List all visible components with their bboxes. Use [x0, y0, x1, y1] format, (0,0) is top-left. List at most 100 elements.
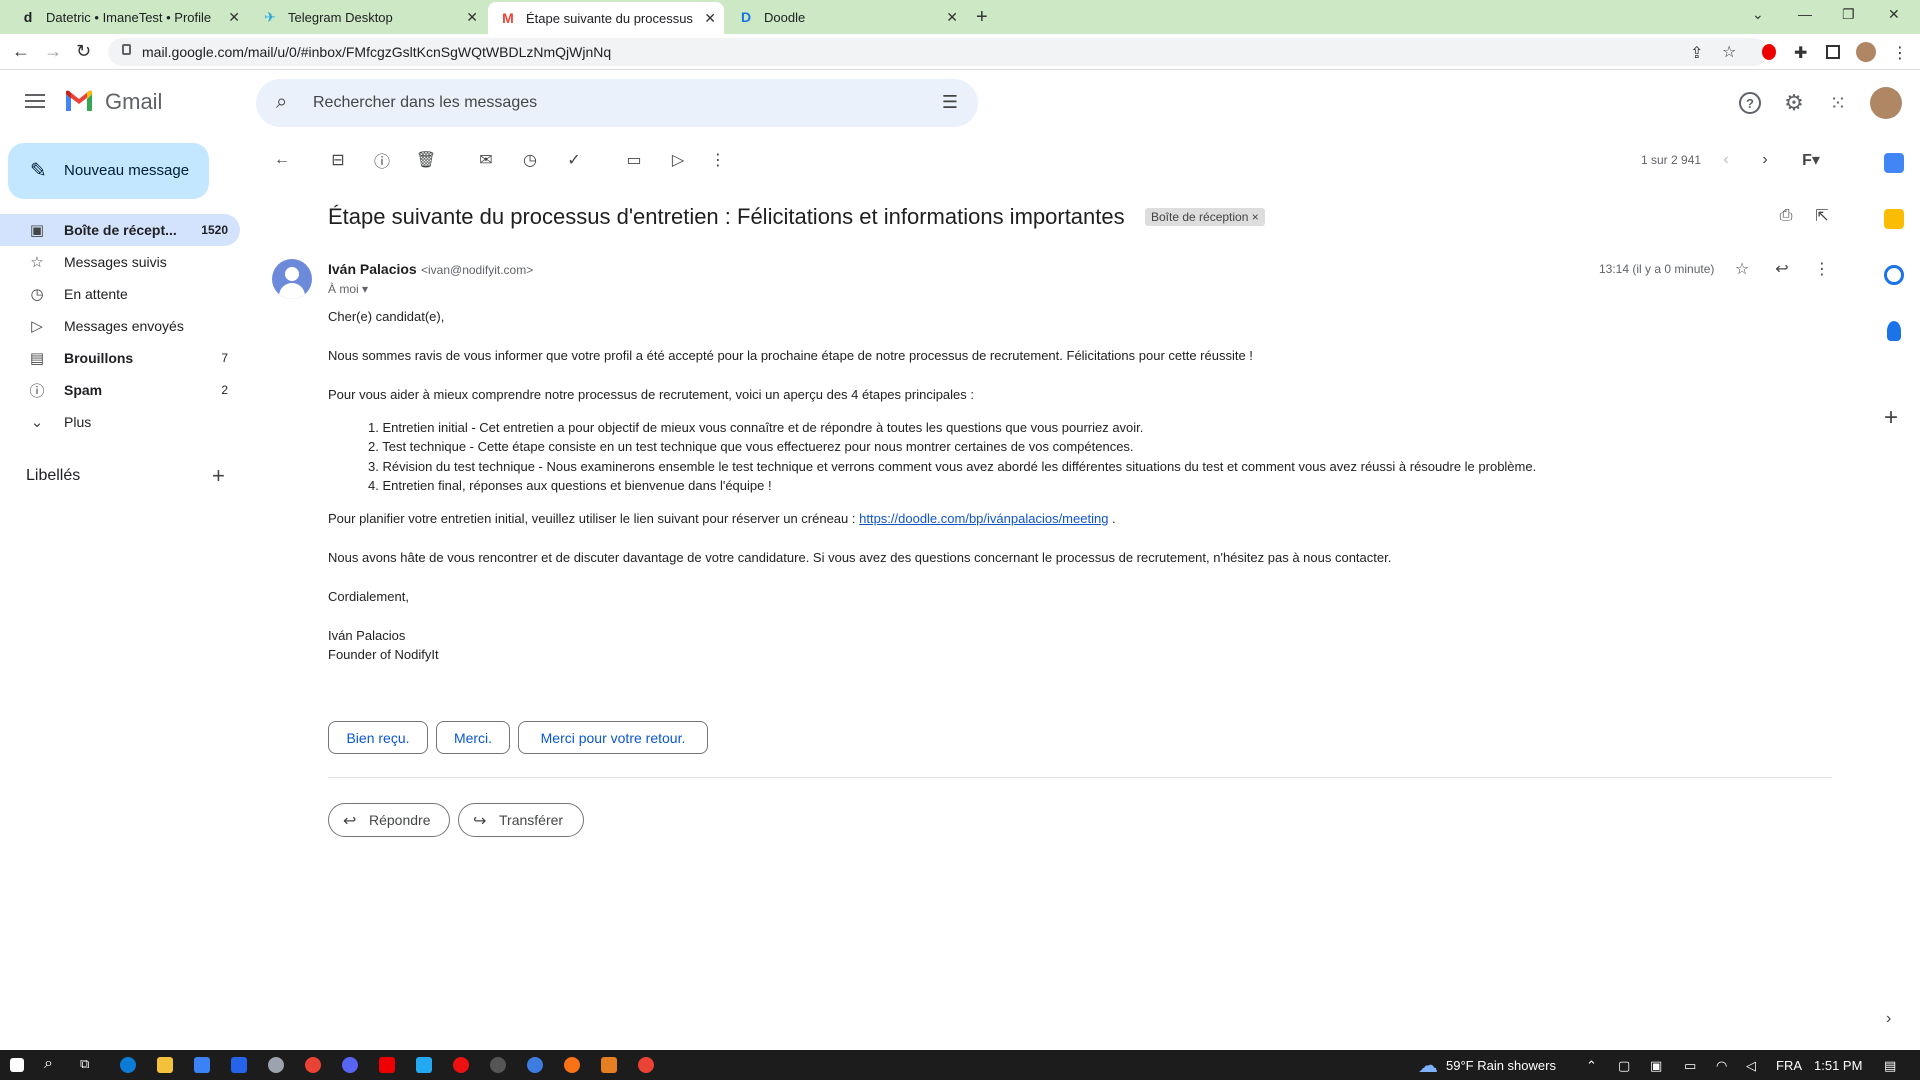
- sidebar-item-drafts[interactable]: ▤ Brouillons 7: [0, 342, 240, 374]
- more-options-icon[interactable]: ⋮: [708, 150, 728, 170]
- extensions-puzzle-icon[interactable]: ✚: [1794, 43, 1807, 63]
- file-explorer-icon[interactable]: [157, 1057, 173, 1073]
- search-icon[interactable]: ⌕: [276, 91, 287, 114]
- older-icon[interactable]: ›: [1755, 150, 1775, 170]
- smart-reply-button[interactable]: Merci pour votre retour.: [518, 721, 708, 754]
- chrome-active-icon[interactable]: [638, 1057, 654, 1073]
- share-icon[interactable]: ⇪: [1690, 43, 1703, 63]
- app-icon[interactable]: [527, 1057, 543, 1073]
- vscode-icon[interactable]: [416, 1057, 432, 1073]
- minimize-icon[interactable]: —: [1798, 6, 1812, 22]
- new-tab-button[interactable]: +: [976, 6, 988, 29]
- search-input[interactable]: Rechercher dans les messages: [313, 94, 537, 112]
- youtube-icon[interactable]: [379, 1057, 395, 1073]
- profile-avatar-icon[interactable]: [1856, 42, 1876, 62]
- snooze-icon[interactable]: ◷: [520, 150, 540, 170]
- compose-button[interactable]: ✎ Nouveau message: [8, 143, 209, 199]
- close-tab-icon[interactable]: ✕: [228, 9, 240, 26]
- sender-name[interactable]: Iván Palacios: [328, 261, 417, 277]
- help-icon[interactable]: ?: [1739, 92, 1761, 114]
- system-clock[interactable]: 1:51 PM: [1814, 1058, 1862, 1073]
- back-icon[interactable]: ←: [12, 41, 30, 62]
- tray-app-icon[interactable]: ▣: [1650, 1058, 1662, 1074]
- tray-app-icon[interactable]: ▢: [1618, 1058, 1630, 1074]
- close-window-icon[interactable]: ✕: [1888, 6, 1900, 23]
- sidebar-item-snoozed[interactable]: ◷ En attente: [0, 278, 240, 310]
- open-new-window-icon[interactable]: ⇱: [1812, 206, 1832, 226]
- get-addons-icon[interactable]: +: [1884, 404, 1898, 432]
- message-more-icon[interactable]: ⋮: [1812, 259, 1832, 279]
- remove-label-icon[interactable]: ×: [1252, 210, 1259, 224]
- add-label-icon[interactable]: +: [212, 463, 225, 489]
- windows-start-icon[interactable]: [10, 1058, 24, 1072]
- show-side-panel-icon[interactable]: ›: [1886, 1010, 1891, 1028]
- print-icon[interactable]: ⎙: [1776, 206, 1796, 226]
- edge-icon[interactable]: [120, 1057, 136, 1073]
- label-icon[interactable]: ▷: [668, 150, 688, 170]
- newer-icon[interactable]: ‹: [1716, 150, 1736, 170]
- archive-icon[interactable]: ⊟: [328, 150, 348, 170]
- star-icon[interactable]: ☆: [1732, 259, 1752, 279]
- main-menu-icon[interactable]: [25, 94, 45, 108]
- move-to-icon[interactable]: ▭: [624, 150, 644, 170]
- calendar-icon[interactable]: [1884, 153, 1904, 173]
- tray-chevron-icon[interactable]: ⌃: [1586, 1058, 1597, 1074]
- battery-icon[interactable]: ▭: [1684, 1058, 1696, 1074]
- settings-gear-icon[interactable]: ⚙: [1783, 90, 1805, 115]
- delete-icon[interactable]: 🗑: [416, 150, 436, 170]
- weather-text[interactable]: 59°F Rain showers: [1446, 1058, 1556, 1073]
- restore-icon[interactable]: ❐: [1842, 6, 1855, 23]
- wifi-icon[interactable]: ◠: [1716, 1058, 1727, 1074]
- volume-muted-icon[interactable]: ◁: [1746, 1058, 1756, 1074]
- search-bar[interactable]: ⌕ Rechercher dans les messages ☰: [256, 79, 978, 127]
- report-spam-icon[interactable]: ⓘ: [372, 150, 392, 171]
- close-tab-icon[interactable]: ✕: [466, 9, 478, 26]
- store-icon[interactable]: [194, 1057, 210, 1073]
- settings-app-icon[interactable]: [268, 1057, 284, 1073]
- taskbar-search-icon[interactable]: ⌕: [44, 1055, 53, 1073]
- smart-reply-button[interactable]: Bien reçu.: [328, 721, 428, 754]
- blender-icon[interactable]: [564, 1057, 580, 1073]
- opera-extension-icon[interactable]: [1762, 44, 1776, 60]
- sidebar-item-sent[interactable]: ▷ Messages envoyés: [0, 310, 240, 342]
- mark-unread-icon[interactable]: ✉: [476, 150, 496, 170]
- tab-telegram[interactable]: ✈ Telegram Desktop ✕: [250, 0, 486, 34]
- notifications-icon[interactable]: ▤: [1884, 1058, 1896, 1074]
- opera-icon[interactable]: [453, 1057, 469, 1073]
- close-tab-icon[interactable]: ✕: [946, 9, 958, 26]
- sidebar-item-inbox[interactable]: ▣ Boîte de récept... 1520: [0, 214, 240, 246]
- input-tools-icon[interactable]: F▾: [1796, 150, 1826, 170]
- apps-grid-icon[interactable]: ⁙: [1827, 92, 1849, 115]
- app-icon[interactable]: [490, 1057, 506, 1073]
- sidebar-item-more[interactable]: ⌄ Plus: [0, 406, 240, 438]
- reply-icon[interactable]: ↩: [1772, 259, 1792, 279]
- mail-app-icon[interactable]: [231, 1057, 247, 1073]
- sender-avatar[interactable]: [272, 259, 312, 299]
- tasks-icon[interactable]: [1884, 265, 1904, 285]
- app-icon[interactable]: [601, 1057, 617, 1073]
- doodle-link[interactable]: https://doodle.com/bp/ivánpalacios/meeti…: [859, 511, 1108, 526]
- forward-button[interactable]: ↪ Transférer: [458, 803, 584, 837]
- address-bar[interactable]: mail.google.com/mail/u/0/#inbox/FMfcgzGs…: [108, 38, 1768, 66]
- tab-search-icon[interactable]: ⌄: [1752, 6, 1764, 23]
- tab-doodle[interactable]: D Doodle ✕: [726, 0, 966, 34]
- account-avatar[interactable]: [1870, 87, 1902, 119]
- tab-gmail-active[interactable]: M Étape suivante du processus d'en ✕: [488, 2, 724, 34]
- forward-icon[interactable]: →: [44, 41, 62, 62]
- recipient-dropdown[interactable]: À moi ▾: [328, 282, 368, 296]
- contacts-icon[interactable]: [1887, 321, 1901, 341]
- add-task-icon[interactable]: ✓: [564, 150, 584, 170]
- search-options-icon[interactable]: ☰: [942, 92, 958, 113]
- close-tab-icon[interactable]: ✕: [704, 10, 716, 27]
- input-language[interactable]: FRA: [1776, 1058, 1802, 1073]
- browser-menu-icon[interactable]: ⋮: [1892, 43, 1908, 63]
- discord-icon[interactable]: [342, 1057, 358, 1073]
- weather-icon[interactable]: ☁: [1418, 1053, 1438, 1078]
- keep-icon[interactable]: [1884, 209, 1904, 229]
- tab-datetric[interactable]: d Datetric • ImaneTest • Profile ✕: [8, 0, 248, 34]
- side-panel-icon[interactable]: [1826, 45, 1840, 59]
- smart-reply-button[interactable]: Merci.: [436, 721, 510, 754]
- back-to-inbox-icon[interactable]: ←: [272, 150, 292, 170]
- reload-icon[interactable]: ↻: [76, 41, 91, 62]
- sidebar-item-spam[interactable]: ⓘ Spam 2: [0, 374, 240, 406]
